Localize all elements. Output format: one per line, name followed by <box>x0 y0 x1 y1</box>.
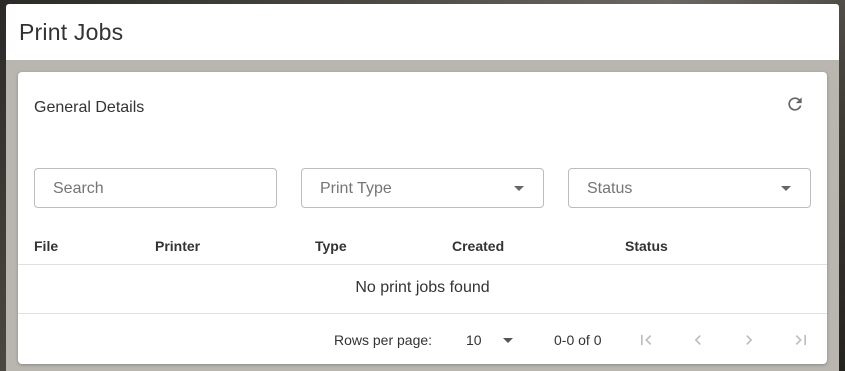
rows-per-page-select[interactable]: 10 <box>466 332 482 348</box>
chevron-down-icon[interactable] <box>503 338 513 343</box>
card-title: General Details <box>34 99 145 116</box>
status-label: Status <box>587 180 633 197</box>
previous-page-icon <box>694 335 701 345</box>
general-details-card: General Details Print Type Status File P… <box>18 72 827 364</box>
chevron-down-icon <box>514 186 524 191</box>
search-field[interactable] <box>34 168 277 208</box>
search-input[interactable] <box>53 179 253 199</box>
divider <box>18 264 827 265</box>
column-header-file[interactable]: File <box>34 238 58 254</box>
column-header-type[interactable]: Type <box>315 238 347 254</box>
refresh-button[interactable] <box>783 92 807 116</box>
page-header: Print Jobs <box>6 4 839 60</box>
last-page-icon <box>795 335 806 345</box>
empty-state-message: No print jobs found <box>355 279 490 296</box>
print-type-label: Print Type <box>320 180 392 197</box>
first-page-icon <box>641 335 652 345</box>
pagination-range: 0-0 of 0 <box>554 332 602 348</box>
next-page-icon <box>746 335 753 345</box>
column-header-created[interactable]: Created <box>452 238 504 254</box>
chevron-down-icon <box>781 186 791 191</box>
first-page-button[interactable] <box>634 328 658 352</box>
last-page-button[interactable] <box>789 328 813 352</box>
column-header-status[interactable]: Status <box>625 238 668 254</box>
divider <box>18 313 827 314</box>
refresh-icon <box>788 97 802 111</box>
rows-per-page-label: Rows per page: <box>334 332 433 348</box>
column-header-printer[interactable]: Printer <box>155 238 200 254</box>
next-page-button[interactable] <box>737 328 761 352</box>
status-select[interactable]: Status <box>568 168 811 208</box>
previous-page-button[interactable] <box>686 328 710 352</box>
page-title: Print Jobs <box>19 19 124 45</box>
print-type-select[interactable]: Print Type <box>301 168 544 208</box>
